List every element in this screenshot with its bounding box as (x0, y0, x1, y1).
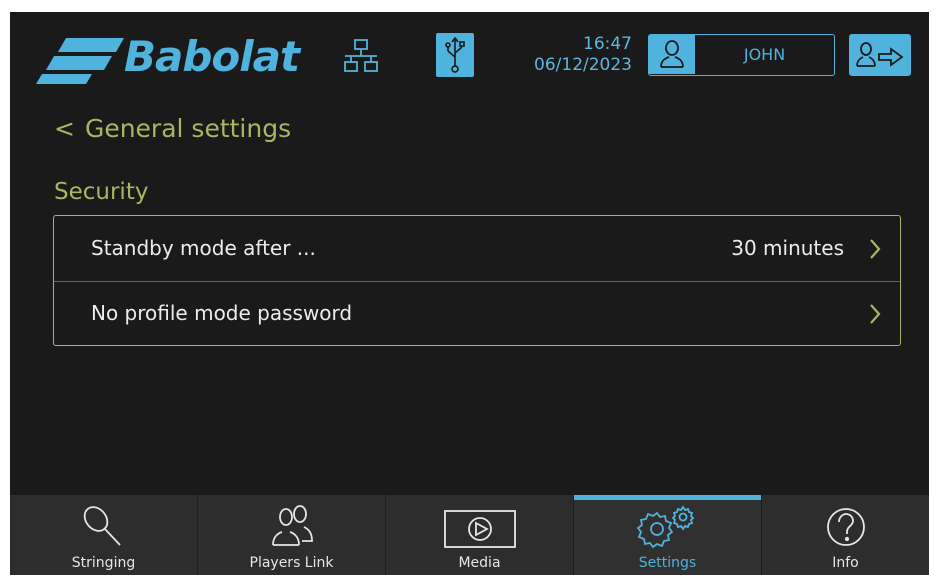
security-settings-list: Standby mode after ... 30 minutes No pro… (53, 215, 901, 346)
logout-button[interactable] (849, 34, 911, 76)
bottom-nav: Stringing Players Link Media Settings In… (10, 495, 929, 575)
device-screen: Babolat 16:47 06/12/2023 JOHN < General … (10, 12, 929, 575)
setting-row-standby[interactable]: Standby mode after ... 30 minutes (54, 216, 900, 282)
nav-label: Media (458, 555, 501, 571)
back-button[interactable]: < General settings (54, 110, 291, 148)
nav-media[interactable]: Media (386, 495, 574, 575)
user-icon-box (649, 35, 695, 74)
racket-icon (80, 503, 128, 553)
babolat-stripes-icon (36, 38, 124, 84)
usb-icon (445, 36, 465, 73)
clock-time: 16:47 (583, 34, 632, 54)
nav-label: Players Link (249, 555, 334, 571)
media-play-icon (443, 503, 517, 553)
brand-name: Babolat (124, 32, 300, 81)
setting-row-no-profile-password[interactable]: No profile mode password (54, 281, 900, 346)
chevron-right-icon (868, 303, 882, 329)
user-icon (660, 40, 684, 68)
back-chevron-icon: < (54, 114, 75, 143)
nav-label: Settings (638, 555, 697, 571)
gears-icon (635, 503, 701, 553)
help-icon (823, 503, 869, 553)
setting-label: No profile mode password (91, 301, 353, 325)
setting-label: Standby mode after ... (91, 236, 316, 260)
nav-settings[interactable]: Settings (574, 495, 762, 575)
chevron-right-icon (868, 238, 882, 264)
active-tab-indicator (574, 495, 761, 500)
page-title: General settings (84, 114, 292, 143)
current-date: 06/12/2023 (534, 55, 632, 75)
user-name: JOHN (743, 45, 786, 64)
babolat-logo: Babolat (32, 30, 362, 88)
nav-players-link[interactable]: Players Link (198, 495, 386, 575)
players-icon (268, 503, 316, 553)
logout-icon (856, 42, 904, 67)
usb-indicator (436, 33, 474, 77)
setting-value: 30 minutes (731, 236, 844, 260)
nav-stringing[interactable]: Stringing (10, 495, 198, 575)
nav-info[interactable]: Info (762, 495, 929, 575)
nav-label: Info (832, 555, 859, 571)
user-profile-button[interactable]: JOHN (648, 34, 835, 76)
nav-label: Stringing (71, 555, 136, 571)
section-title-security: Security (54, 179, 149, 205)
date-time: 16:47 06/12/2023 (490, 34, 632, 76)
network-icon (344, 39, 378, 77)
